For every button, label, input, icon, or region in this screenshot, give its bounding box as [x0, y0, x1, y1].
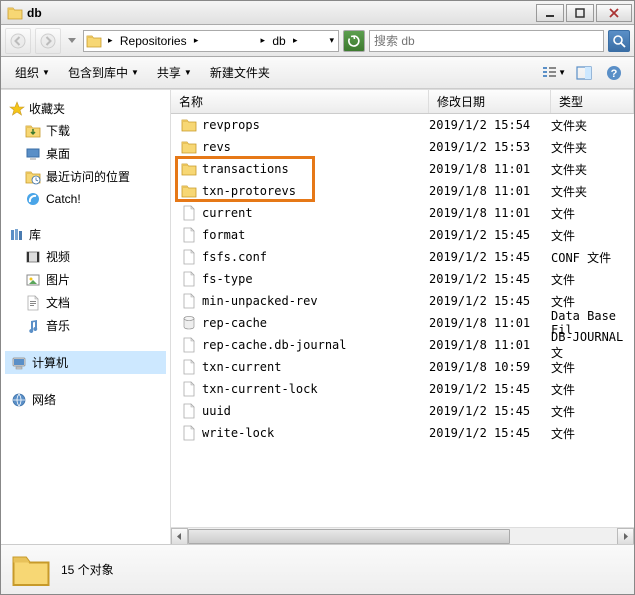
svg-text:?: ? — [611, 68, 618, 80]
search-box[interactable] — [369, 30, 604, 52]
history-dropdown[interactable] — [65, 28, 79, 54]
explorer-window: db ▸ Repositories ▸ ▸ db ▸ ▾ 组织 ▼ 包含到库中 … — [0, 0, 635, 595]
sidebar-item-pictures[interactable]: 图片 — [5, 268, 166, 291]
file-icon — [181, 205, 197, 221]
back-button[interactable] — [5, 28, 31, 54]
search-button[interactable] — [608, 30, 630, 52]
help-button[interactable]: ? — [602, 62, 626, 84]
close-button[interactable] — [596, 4, 632, 22]
catch-icon — [25, 191, 41, 207]
sidebar-item-videos[interactable]: 视频 — [5, 245, 166, 268]
sidebar-item-music[interactable]: 音乐 — [5, 314, 166, 337]
video-icon — [25, 249, 41, 265]
sidebar-item-catch[interactable]: Catch! — [5, 188, 166, 210]
sidebar-item-network[interactable]: 网络 — [5, 388, 166, 411]
new-folder-button[interactable]: 新建文件夹 — [204, 60, 276, 85]
share-menu[interactable]: 共享 ▼ — [151, 60, 198, 85]
folder-icon — [181, 183, 197, 199]
file-row[interactable]: revs2019/1/2 15:53文件夹 — [171, 136, 634, 158]
folder-icon — [7, 5, 23, 21]
scroll-right-button[interactable] — [617, 528, 634, 544]
refresh-button[interactable] — [343, 30, 365, 52]
folder-icon — [86, 33, 102, 49]
file-row[interactable]: txn-protorevs2019/1/8 11:01文件夹 — [171, 180, 634, 202]
sidebar-item-desktop[interactable]: 桌面 — [5, 142, 166, 165]
file-rows: revprops2019/1/2 15:54文件夹revs2019/1/2 15… — [171, 114, 634, 527]
titlebar: db — [1, 1, 634, 25]
file-icon — [181, 271, 197, 287]
sidebar-favorites-header[interactable]: 收藏夹 — [5, 98, 166, 119]
file-icon — [181, 359, 197, 375]
column-name[interactable]: 名称 — [171, 90, 429, 113]
nav-bar: ▸ Repositories ▸ ▸ db ▸ ▾ — [1, 25, 634, 57]
file-row[interactable]: current2019/1/8 11:01文件 — [171, 202, 634, 224]
sidebar: 收藏夹 下载 桌面 最近访问的位置 Catch! 库 视频 图片 文档 音乐 计… — [1, 90, 171, 544]
file-row[interactable]: write-lock2019/1/2 15:45文件 — [171, 422, 634, 444]
picture-icon — [25, 272, 41, 288]
column-headers: 名称 修改日期 类型 — [171, 90, 634, 114]
file-row[interactable]: transactions2019/1/8 11:01文件夹 — [171, 158, 634, 180]
folder-icon — [181, 139, 197, 155]
file-icon — [181, 337, 197, 353]
folder-icon — [11, 550, 51, 590]
file-row[interactable]: rep-cache.db-journal2019/1/8 11:01DB-JOU… — [171, 334, 634, 356]
toolbar: 组织 ▼ 包含到库中 ▼ 共享 ▼ 新建文件夹 ▼ ? — [1, 57, 634, 89]
column-date[interactable]: 修改日期 — [429, 90, 551, 113]
desktop-icon — [25, 146, 41, 162]
window-title: db — [27, 6, 536, 20]
folder-icon — [181, 161, 197, 177]
db-icon — [181, 315, 197, 331]
file-icon — [181, 249, 197, 265]
scroll-thumb[interactable] — [188, 529, 510, 544]
column-type[interactable]: 类型 — [551, 90, 634, 113]
file-row[interactable]: uuid2019/1/2 15:45文件 — [171, 400, 634, 422]
file-list: 名称 修改日期 类型 revprops2019/1/2 15:54文件夹revs… — [171, 90, 634, 544]
body: 收藏夹 下载 桌面 最近访问的位置 Catch! 库 视频 图片 文档 音乐 计… — [1, 89, 634, 544]
document-icon — [25, 295, 41, 311]
music-icon — [25, 318, 41, 334]
breadcrumb-segment-blank[interactable] — [204, 39, 254, 43]
scroll-left-button[interactable] — [171, 528, 188, 544]
status-bar: 15 个对象 — [1, 544, 634, 594]
breadcrumb-segment[interactable]: ▸ db ▸ — [256, 32, 301, 50]
status-text: 15 个对象 — [61, 561, 114, 578]
recent-icon — [25, 169, 41, 185]
sidebar-item-recent[interactable]: 最近访问的位置 — [5, 165, 166, 188]
sidebar-libraries-header[interactable]: 库 — [5, 224, 166, 245]
file-row[interactable]: revprops2019/1/2 15:54文件夹 — [171, 114, 634, 136]
file-row[interactable]: format2019/1/2 15:45文件 — [171, 224, 634, 246]
file-row[interactable]: fs-type2019/1/2 15:45文件 — [171, 268, 634, 290]
file-row[interactable]: txn-current-lock2019/1/2 15:45文件 — [171, 378, 634, 400]
sidebar-item-downloads[interactable]: 下载 — [5, 119, 166, 142]
forward-button[interactable] — [35, 28, 61, 54]
file-icon — [181, 425, 197, 441]
address-bar[interactable]: ▸ Repositories ▸ ▸ db ▸ ▾ — [83, 30, 339, 52]
sidebar-item-documents[interactable]: 文档 — [5, 291, 166, 314]
file-icon — [181, 293, 197, 309]
download-icon — [25, 123, 41, 139]
address-dropdown[interactable]: ▾ — [327, 33, 336, 48]
file-row[interactable]: fsfs.conf2019/1/2 15:45CONF 文件 — [171, 246, 634, 268]
folder-icon — [181, 117, 197, 133]
file-icon — [181, 227, 197, 243]
minimize-button[interactable] — [536, 4, 564, 22]
organize-menu[interactable]: 组织 ▼ — [9, 60, 56, 85]
breadcrumb-segment[interactable]: ▸ Repositories ▸ — [104, 32, 202, 50]
search-input[interactable] — [374, 34, 599, 48]
view-menu[interactable]: ▼ — [542, 62, 566, 84]
file-icon — [181, 403, 197, 419]
file-icon — [181, 381, 197, 397]
include-menu[interactable]: 包含到库中 ▼ — [62, 60, 145, 85]
maximize-button[interactable] — [566, 4, 594, 22]
file-row[interactable]: txn-current2019/1/8 10:59文件 — [171, 356, 634, 378]
preview-pane-button[interactable] — [572, 62, 596, 84]
horizontal-scrollbar[interactable] — [171, 527, 634, 544]
sidebar-item-computer[interactable]: 计算机 — [5, 351, 166, 374]
